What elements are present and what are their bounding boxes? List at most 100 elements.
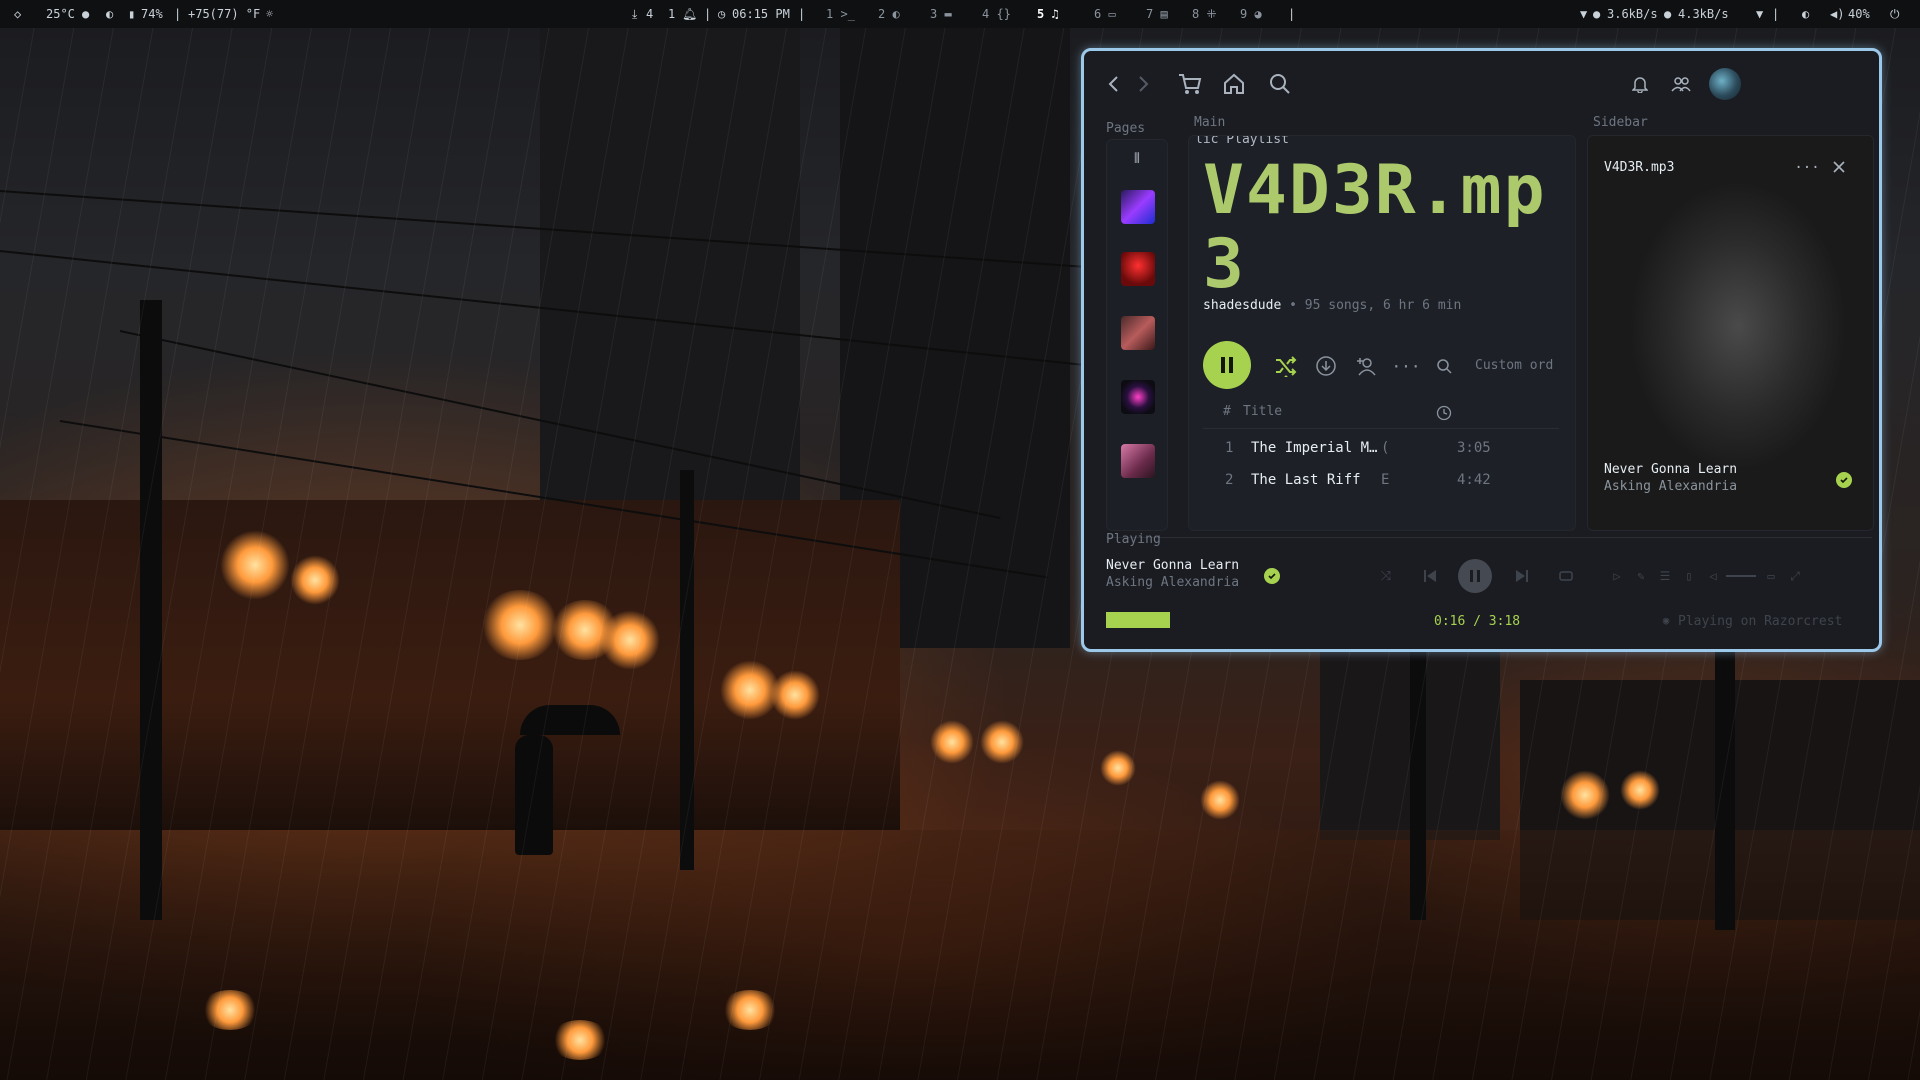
track-title[interactable]: The Imperial M… xyxy=(1251,440,1377,456)
separator: | xyxy=(1288,7,1296,21)
workspace-5[interactable]: 5 ♫ xyxy=(1037,0,1059,28)
cart-icon[interactable] xyxy=(1177,71,1203,97)
separator: | xyxy=(704,7,712,21)
separator: | xyxy=(174,7,182,21)
sidebar-title: V4D3R.mp3 xyxy=(1604,160,1675,175)
bell-icon[interactable]: 🔔︎ xyxy=(682,0,697,28)
more-options-icon[interactable]: ··· xyxy=(1794,158,1819,178)
friends-icon[interactable] xyxy=(1670,73,1692,95)
close-icon[interactable] xyxy=(1828,156,1850,178)
back-icon[interactable] xyxy=(1103,73,1125,95)
now-playing-song[interactable]: Never Gonna Learn xyxy=(1106,558,1239,573)
saved-check-icon[interactable] xyxy=(1836,472,1852,488)
time-separator: / xyxy=(1473,614,1481,629)
playing-on-device[interactable]: Playing on Razorcrest xyxy=(1678,614,1842,629)
more-options-icon[interactable]: ··· xyxy=(1392,353,1421,379)
volume-percent[interactable]: 40% xyxy=(1848,0,1870,28)
pages-label: Pages xyxy=(1106,121,1146,136)
device-icon[interactable]: ▯ xyxy=(1678,564,1700,588)
playlist-thumbnail[interactable] xyxy=(1121,444,1155,478)
miniplayer-icon[interactable]: ▭ xyxy=(1760,564,1782,588)
volume-icon[interactable]: ◁ xyxy=(1702,564,1724,588)
track-title[interactable]: The Last Riff xyxy=(1251,472,1361,488)
separator: | xyxy=(798,7,806,21)
upload-icon: ● xyxy=(1593,7,1601,21)
library-icon[interactable]: ⫴ xyxy=(1126,148,1148,170)
download-icon: ⤓ xyxy=(632,7,638,21)
playing-label: Playing xyxy=(1106,532,1161,547)
track-number: 1 xyxy=(1225,440,1234,456)
column-title[interactable]: Title xyxy=(1243,404,1282,419)
search-icon[interactable] xyxy=(1433,355,1455,377)
playlist-thumbnail[interactable] xyxy=(1121,190,1155,224)
duration-clock-icon xyxy=(1435,404,1453,422)
pause-icon xyxy=(1470,570,1480,582)
shuffle-icon[interactable] xyxy=(1273,353,1299,379)
playlist-title: V4D3R.mp3 xyxy=(1203,151,1547,304)
workspace-3[interactable]: 3 ▬ xyxy=(930,0,952,28)
main-panel: lic Playlist V4D3R.mp3 shadesdude • 95 s… xyxy=(1188,135,1576,531)
playlist-thumbnail[interactable] xyxy=(1121,252,1155,286)
notification-count[interactable]: 1 xyxy=(668,0,675,28)
workspace-8[interactable]: 8 ⁜ xyxy=(1192,0,1217,28)
connect-device-icon[interactable]: ◉ xyxy=(1658,612,1674,628)
separator: | xyxy=(1772,7,1780,21)
track-album: ( xyxy=(1381,440,1390,456)
home-icon[interactable] xyxy=(1221,71,1247,97)
search-icon[interactable] xyxy=(1267,71,1293,97)
previous-icon[interactable] xyxy=(1418,564,1442,588)
sun-icon: ☼ xyxy=(266,7,274,21)
now-playing-view-icon[interactable]: ▷ xyxy=(1606,564,1628,588)
playlist-thumbnail[interactable] xyxy=(1121,316,1155,350)
track-album: E xyxy=(1381,472,1390,488)
workspace-1[interactable]: 1 >_ xyxy=(826,0,855,28)
now-playing-bar: Playing Never Gonna Learn Asking Alexand… xyxy=(1106,532,1872,638)
add-collaborator-icon[interactable] xyxy=(1353,353,1379,379)
forecast-text: +75(77) °F xyxy=(188,7,261,21)
table-row[interactable]: 2 The Last Riff E 4:42 xyxy=(1211,472,1541,498)
volume-icon[interactable]: ◀) xyxy=(1830,0,1844,28)
clock-icon: ◷ xyxy=(718,7,726,21)
playlist-meta: shadesdude • 95 songs, 6 hr 6 min xyxy=(1203,298,1461,313)
forward-icon[interactable] xyxy=(1132,73,1154,95)
workspace-9[interactable]: 9 ◕ xyxy=(1240,0,1262,28)
workspace-7[interactable]: 7 ▤ xyxy=(1146,0,1168,28)
playback-time: 0:16 / 3:18 xyxy=(1434,614,1520,629)
track-duration: 3:05 xyxy=(1457,440,1491,456)
shuffle-icon[interactable]: ⤨ xyxy=(1374,564,1398,588)
download-icon[interactable] xyxy=(1313,353,1339,379)
next-icon[interactable] xyxy=(1510,564,1534,588)
now-playing-artist[interactable]: Asking Alexandria xyxy=(1106,575,1239,590)
pause-button[interactable] xyxy=(1458,559,1492,593)
lyrics-icon[interactable]: ✎ xyxy=(1630,564,1652,588)
playlist-owner[interactable]: shadesdude xyxy=(1203,298,1281,313)
repeat-icon[interactable] xyxy=(1554,564,1578,588)
fullscreen-icon[interactable]: ⤢ xyxy=(1784,564,1806,588)
table-row[interactable]: 1 The Imperial M… ( 3:05 xyxy=(1211,440,1541,466)
queue-icon[interactable]: ☰ xyxy=(1654,564,1676,588)
launcher-icon[interactable]: ◇ xyxy=(14,0,21,28)
wifi-signal-icon[interactable]: ▼ xyxy=(1756,0,1763,28)
bell-icon[interactable] xyxy=(1629,73,1651,95)
avatar[interactable] xyxy=(1709,68,1741,100)
sidebar-artist[interactable]: Asking Alexandria xyxy=(1604,479,1737,494)
track-duration: 4:42 xyxy=(1457,472,1491,488)
download-count: 4 xyxy=(646,7,654,21)
workspace-2[interactable]: 2 ◐ xyxy=(878,0,900,28)
sidebar-panel: V4D3R.mp3 ··· Never Gonna Learn Asking A… xyxy=(1587,135,1874,531)
power-icon[interactable]: ⏻ xyxy=(1890,0,1900,28)
playlist-thumbnail[interactable] xyxy=(1121,380,1155,414)
track-number: 2 xyxy=(1225,472,1234,488)
workspace-6[interactable]: 6 ▭ xyxy=(1094,0,1116,28)
pause-icon xyxy=(1221,357,1233,373)
moon-icon[interactable]: ◐ xyxy=(1802,0,1809,28)
workspace-4[interactable]: 4 {} xyxy=(982,0,1011,28)
sidebar-song[interactable]: Never Gonna Learn xyxy=(1604,462,1737,477)
brightness-icon: ◐ xyxy=(106,7,114,21)
pause-button[interactable] xyxy=(1203,341,1251,389)
volume-slider[interactable] xyxy=(1726,575,1756,577)
sort-dropdown[interactable]: Custom ord xyxy=(1475,358,1553,373)
progress-bar[interactable] xyxy=(1106,612,1170,628)
saved-check-icon[interactable] xyxy=(1264,568,1280,584)
spotify-window: Pages Main Sidebar ⫴ lic Playlist V4D3R.… xyxy=(1081,48,1882,652)
